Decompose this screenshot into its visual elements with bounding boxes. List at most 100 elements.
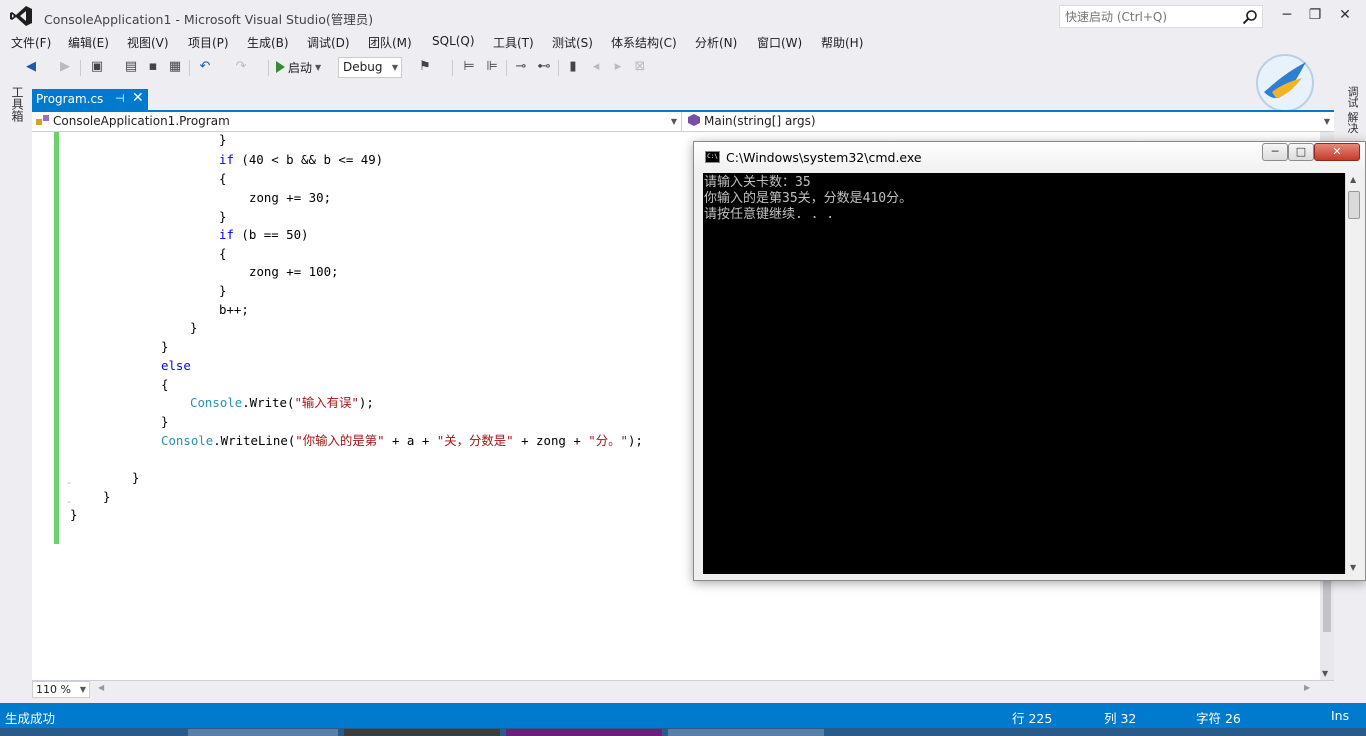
cmd-close-button[interactable]: ✕: [1314, 143, 1360, 161]
forward-icon[interactable]: ▶: [56, 58, 74, 76]
chevron-down-icon: ▼: [670, 117, 677, 126]
comment-icon[interactable]: ⊸: [512, 58, 530, 76]
tab-label: Program.cs: [36, 92, 104, 106]
taskbar-item[interactable]: [188, 729, 338, 736]
format-icon[interactable]: ⊨: [460, 58, 478, 76]
title-bar: ConsoleApplication1 - Microsoft Visual S…: [0, 0, 1366, 32]
taskbar-item[interactable]: [668, 729, 824, 736]
menu-architecture[interactable]: 体系结构(C): [611, 34, 677, 51]
menu-view[interactable]: 视图(V): [127, 34, 169, 51]
taskbar: [0, 728, 1366, 736]
console-line: 你输入的是第35关，分数是410分。: [704, 191, 913, 206]
scroll-right-icon[interactable]: ▶: [1304, 683, 1310, 692]
menu-sql[interactable]: SQL(Q): [432, 34, 475, 48]
cmd-minimize-button[interactable]: ─: [1262, 143, 1288, 161]
back-icon[interactable]: ◀: [22, 58, 40, 76]
code-line: {: [219, 246, 227, 261]
search-icon[interactable]: [1242, 9, 1258, 25]
editor-bottom-bar: 110 % ▼ ◀ ▶: [32, 680, 1334, 698]
indent-icon[interactable]: ⊫: [483, 58, 501, 76]
quick-launch-box[interactable]: [1059, 5, 1263, 28]
menu-analyze[interactable]: 分析(N): [695, 34, 737, 51]
clear-bookmarks-icon[interactable]: ⊠: [631, 58, 649, 76]
menu-file[interactable]: 文件(F): [11, 34, 51, 51]
uncomment-icon[interactable]: ⊷: [535, 58, 553, 76]
zoom-dropdown[interactable]: 110 % ▼: [32, 681, 90, 698]
menu-debug[interactable]: 调试(D): [307, 34, 350, 51]
scroll-down-icon[interactable]: ▼: [1322, 669, 1328, 678]
taskbar-item[interactable]: [506, 729, 662, 736]
taskbar-item[interactable]: [344, 729, 500, 736]
code-line: else: [161, 358, 191, 373]
class-dropdown[interactable]: ConsoleApplication1.Program ▼: [32, 112, 682, 132]
status-bar: 生成成功 行 225 列 32 字符 26 Ins: [0, 703, 1366, 728]
code-line: if (40 < b && b <= 49): [219, 152, 384, 167]
next-bookmark-icon[interactable]: ▸: [609, 58, 627, 76]
scroll-left-icon[interactable]: ◀: [98, 683, 104, 692]
toolbar-separator: [268, 60, 269, 76]
menu-window[interactable]: 窗口(W): [757, 34, 802, 51]
bookmark-icon[interactable]: ▮: [564, 58, 582, 76]
bird-logo-icon: [1256, 54, 1314, 112]
menu-edit[interactable]: 编辑(E): [68, 34, 109, 51]
cmd-title-bar[interactable]: C:\ C:\Windows\system32\cmd.exe ─ □ ✕: [694, 142, 1365, 172]
cmd-scrollbar[interactable]: ▲ ▼: [1345, 173, 1362, 574]
save-all-icon[interactable]: ▦: [166, 58, 184, 76]
code-line: Console.Write("输入有误");: [190, 395, 374, 410]
scrollbar-thumb[interactable]: [1348, 191, 1360, 219]
code-line: }: [219, 283, 227, 298]
tab-program-cs[interactable]: Program.cs ⊣ ✕: [32, 89, 148, 110]
chevron-down-icon: ▼: [391, 63, 398, 72]
undo-icon[interactable]: ↶: [196, 58, 214, 76]
redo-icon[interactable]: ↷: [232, 58, 250, 76]
start-label: 启动: [288, 60, 313, 75]
console-line: 请按任意键继续. . .: [704, 207, 835, 222]
visual-studio-logo-icon: [10, 6, 32, 26]
solution-explorer-strip[interactable]: 调试 解决: [1340, 86, 1360, 146]
outline-marker: -: [66, 478, 73, 489]
chevron-down-icon: ▼: [315, 62, 322, 72]
status-char: 字符 26: [1196, 711, 1241, 726]
method-icon: [688, 114, 700, 126]
menu-team[interactable]: 团队(M): [368, 34, 412, 51]
member-dropdown[interactable]: Main(string[] args) ▼: [683, 112, 1334, 132]
navigation-bar: ConsoleApplication1.Program ▼ Main(strin…: [32, 112, 1334, 132]
code-line: }: [190, 320, 198, 335]
new-project-icon[interactable]: ▣: [88, 58, 106, 76]
find-in-files-icon[interactable]: ⚑: [416, 58, 434, 76]
code-line: b++;: [219, 302, 249, 317]
toolbar-separator: [80, 60, 81, 76]
toolbox-strip[interactable]: 工具箱: [6, 86, 26, 146]
scroll-up-icon[interactable]: ▲: [1350, 175, 1356, 184]
code-line: {: [161, 377, 169, 392]
minimize-button[interactable]: ─: [1274, 4, 1300, 26]
menu-bar: 文件(F) 编辑(E) 视图(V) 项目(P) 生成(B) 调试(D) 团队(M…: [0, 32, 1366, 52]
quick-launch-input[interactable]: [1065, 8, 1235, 25]
console-output[interactable]: 请输入关卡数：35 你输入的是第35关，分数是410分。 请按任意键继续. . …: [703, 173, 1345, 574]
maximize-button[interactable]: ❐: [1302, 4, 1328, 26]
code-line: if (b == 50): [219, 227, 309, 242]
menu-help[interactable]: 帮助(H): [821, 34, 863, 51]
cmd-maximize-button[interactable]: □: [1288, 143, 1314, 161]
open-file-icon[interactable]: ▤: [122, 58, 140, 76]
close-tab-icon[interactable]: ✕: [132, 90, 144, 106]
menu-test[interactable]: 测试(S): [552, 34, 593, 51]
code-line: zong += 100;: [249, 264, 339, 279]
cmd-icon: C:\: [705, 151, 720, 163]
save-icon[interactable]: ▪: [144, 58, 162, 76]
configuration-value: Debug: [343, 60, 383, 74]
prev-bookmark-icon[interactable]: ◂: [587, 58, 605, 76]
pin-icon[interactable]: ⊣: [115, 92, 125, 105]
scroll-down-icon[interactable]: ▼: [1350, 563, 1356, 572]
status-insert-mode: Ins: [1331, 708, 1350, 723]
class-icon: [36, 115, 49, 125]
start-debugging-button[interactable]: 启动 ▼: [276, 58, 321, 76]
menu-project[interactable]: 项目(P): [188, 34, 229, 51]
cmd-window[interactable]: C:\ C:\Windows\system32\cmd.exe ─ □ ✕ 请输…: [693, 141, 1366, 581]
menu-build[interactable]: 生成(B): [247, 34, 289, 51]
zoom-value: 110 %: [36, 683, 71, 696]
solution-configuration-select[interactable]: Debug ▼: [338, 57, 402, 78]
menu-tools[interactable]: 工具(T): [493, 34, 534, 51]
close-button[interactable]: ✕: [1332, 4, 1358, 26]
status-line: 行 225: [1012, 711, 1053, 726]
